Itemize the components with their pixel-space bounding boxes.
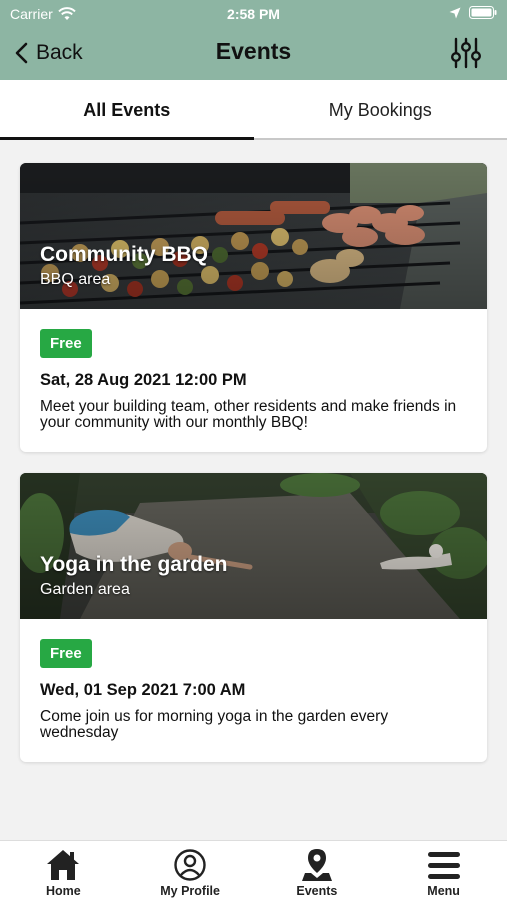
tabbar-my-profile[interactable]: My Profile	[127, 841, 254, 900]
event-location: BBQ area	[40, 271, 111, 288]
profile-icon	[174, 849, 206, 881]
price-badge: Free	[40, 639, 92, 668]
event-image-yoga: Yoga in the garden Garden area	[20, 473, 487, 619]
tab-my-bookings-label: My Bookings	[328, 99, 432, 120]
event-location: Garden area	[40, 581, 130, 598]
event-title: Yoga in the garden	[40, 553, 228, 576]
events-tabs: All Events My Bookings	[0, 80, 507, 140]
tabbar-home[interactable]: Home	[0, 841, 127, 900]
home-icon	[47, 850, 80, 880]
location-arrow-icon	[449, 7, 461, 18]
status-icons	[449, 6, 497, 19]
tabbar-menu[interactable]: Menu	[380, 841, 507, 900]
event-image-bbq: Community BBQ BBQ area	[20, 163, 487, 309]
event-title: Community BBQ	[40, 243, 208, 266]
event-date: Wed, 01 Sep 2021 7:00 AM	[40, 681, 246, 699]
tab-all-events-label: All Events	[83, 99, 171, 120]
event-details: Free Sat, 28 Aug 2021 12:00 PM Meet your…	[20, 309, 487, 431]
event-description: Meet your building team, other residents…	[40, 398, 457, 431]
tab-inactive-divider	[253, 138, 507, 140]
tab-active-indicator	[0, 137, 254, 140]
tabbar-menu-label: Menu	[427, 884, 460, 898]
event-date: Sat, 28 Aug 2021 12:00 PM	[40, 371, 247, 389]
event-details: Free Wed, 01 Sep 2021 7:00 AM Come join …	[20, 619, 487, 741]
tab-all-events[interactable]: All Events	[0, 80, 254, 140]
tabbar-my-profile-label: My Profile	[160, 884, 220, 898]
filter-button[interactable]	[449, 36, 483, 70]
status-time: 2:58 PM	[227, 6, 280, 22]
bottom-tab-bar: Home My Profile Events Menu	[0, 840, 507, 900]
menu-icon	[427, 852, 460, 879]
tab-my-bookings[interactable]: My Bookings	[254, 80, 507, 140]
tabbar-home-label: Home	[46, 884, 81, 898]
page-title: Events	[215, 38, 292, 64]
status-bar: Carrier 2:58 PM	[0, 0, 507, 28]
tabbar-events-label: Events	[296, 884, 338, 898]
event-card[interactable]: Yoga in the garden Garden area Free Wed,…	[20, 473, 487, 762]
filter-sliders-icon	[451, 37, 482, 69]
tabbar-events[interactable]: Events	[254, 841, 381, 900]
battery-icon	[469, 6, 497, 19]
price-badge: Free	[40, 329, 92, 358]
event-card[interactable]: Community BBQ BBQ area Free Sat, 28 Aug …	[20, 163, 487, 452]
event-description: Come join us for morning yoga in the gar…	[40, 708, 389, 741]
events-pin-icon	[301, 849, 332, 881]
nav-bar: Back Events	[0, 28, 507, 80]
